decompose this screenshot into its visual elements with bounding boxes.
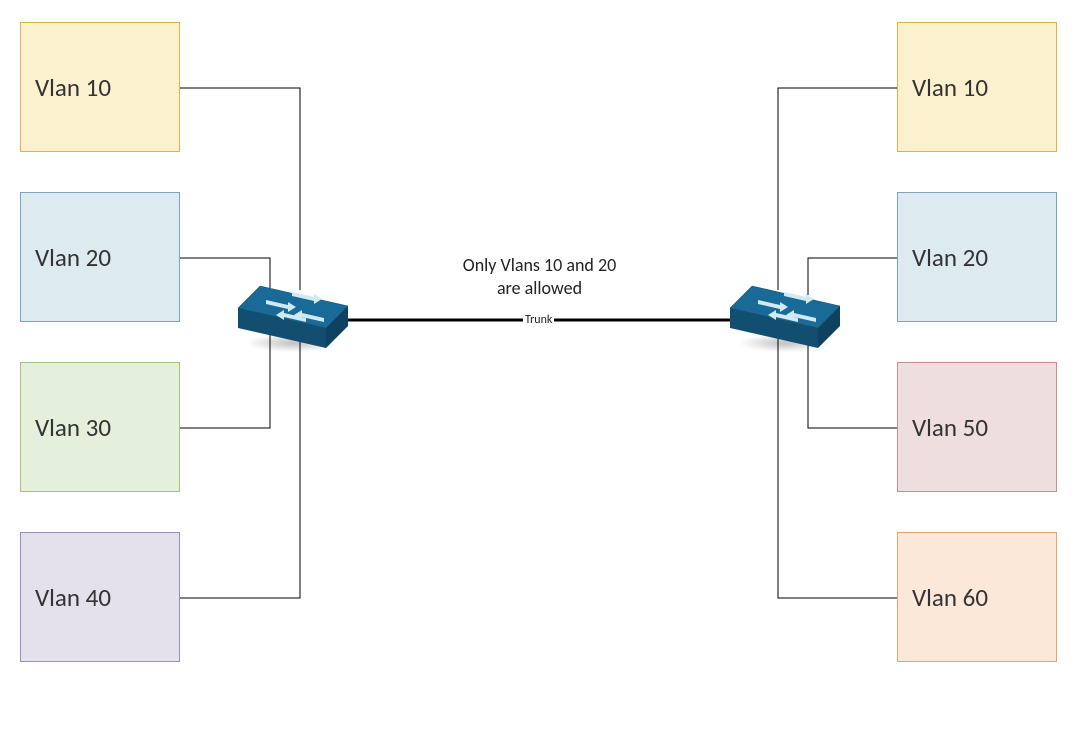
vlan-box-right-60: Vlan 60 — [897, 532, 1057, 662]
switch-left-icon — [238, 278, 348, 352]
vlan-box-left-40: Vlan 40 — [20, 532, 180, 662]
vlan-label: Vlan 50 — [912, 412, 988, 443]
trunk-annotation: Only Vlans 10 and 20 are allowed — [432, 254, 647, 299]
vlan-label: Vlan 20 — [912, 242, 988, 273]
vlan-box-right-50: Vlan 50 — [897, 362, 1057, 492]
trunk-annotation-line1: Only Vlans 10 and 20 — [463, 254, 616, 276]
vlan-label: Vlan 30 — [35, 412, 111, 443]
vlan-box-right-20: Vlan 20 — [897, 192, 1057, 322]
vlan-label: Vlan 10 — [35, 72, 111, 103]
vlan-label: Vlan 20 — [35, 242, 111, 273]
trunk-annotation-line2: are allowed — [497, 277, 582, 299]
vlan-box-left-10: Vlan 10 — [20, 22, 180, 152]
vlan-label: Vlan 40 — [35, 582, 111, 613]
trunk-label: Trunk — [523, 313, 554, 327]
vlan-box-left-30: Vlan 30 — [20, 362, 180, 492]
vlan-label: Vlan 10 — [912, 72, 988, 103]
switch-right-icon — [730, 278, 840, 352]
vlan-label: Vlan 60 — [912, 582, 988, 613]
vlan-box-left-20: Vlan 20 — [20, 192, 180, 322]
vlan-box-right-10: Vlan 10 — [897, 22, 1057, 152]
